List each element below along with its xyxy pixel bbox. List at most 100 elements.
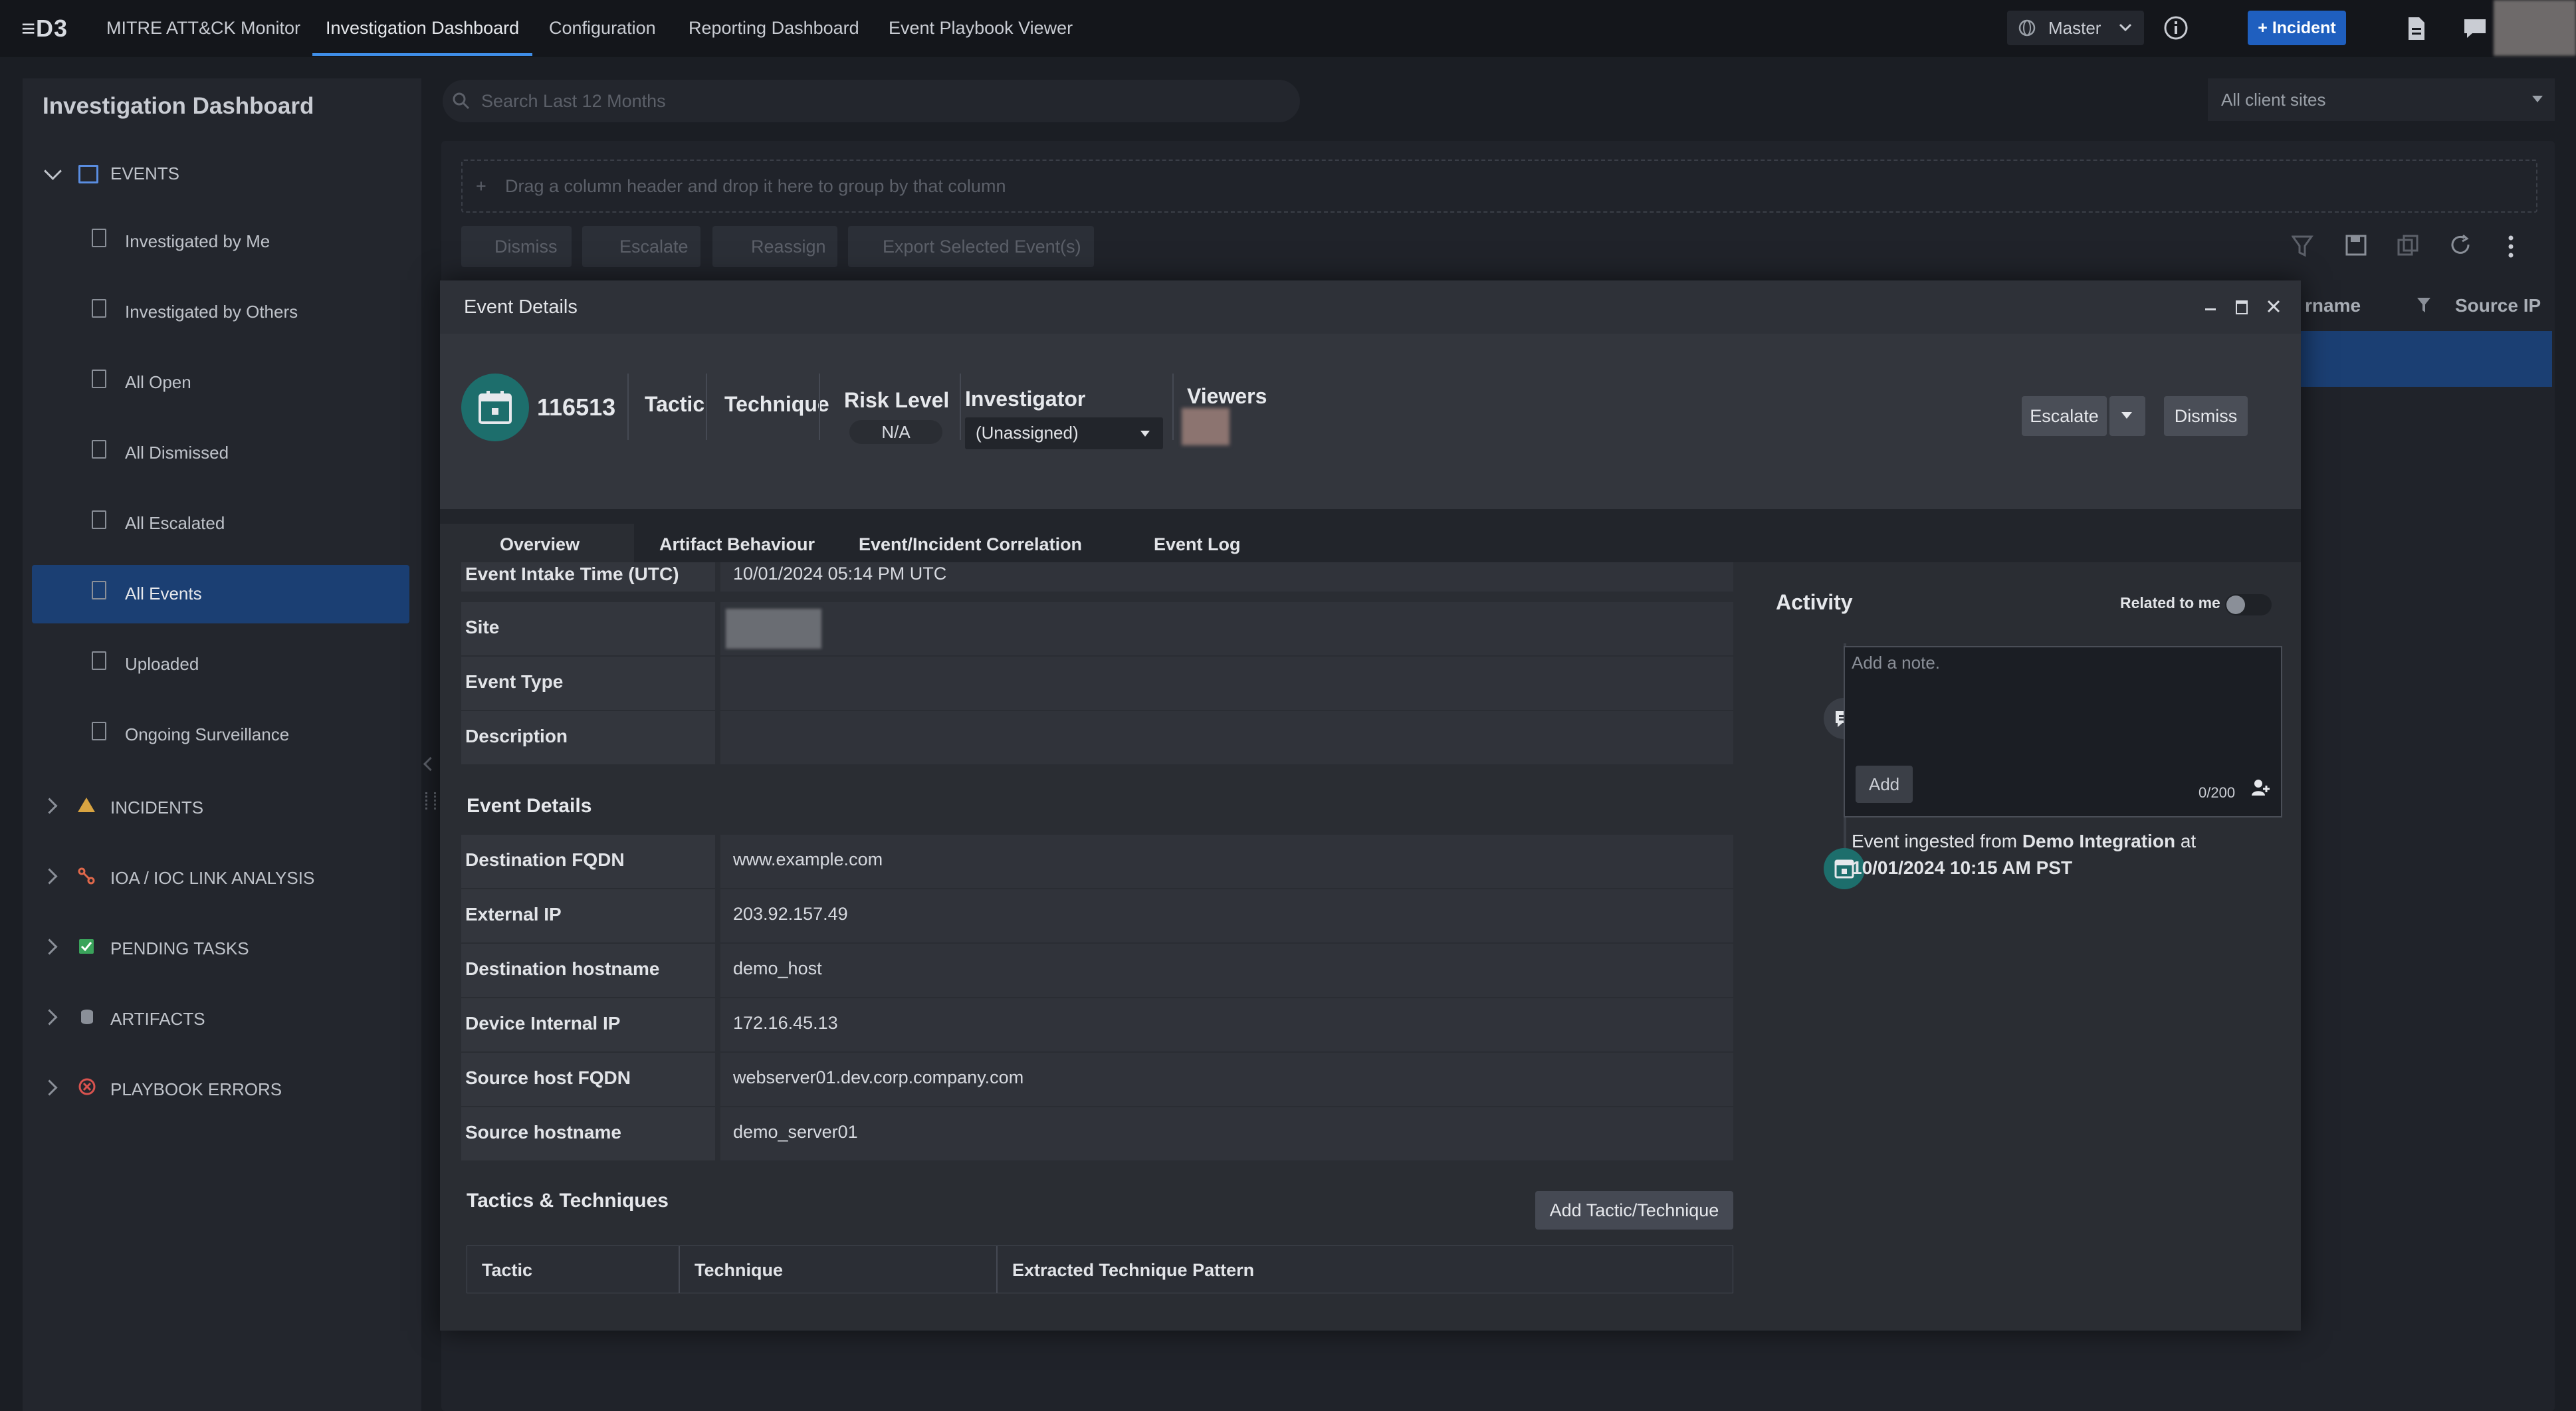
calendar-icon <box>479 391 512 424</box>
calendar-icon <box>78 165 98 183</box>
tab-event-log[interactable]: Event Log <box>1154 534 1241 555</box>
investigator-select[interactable]: (Unassigned) <box>965 417 1163 449</box>
error-icon <box>78 1078 96 1095</box>
resize-handle[interactable] <box>425 792 436 810</box>
value-cell <box>720 711 1733 764</box>
more-options-icon[interactable] <box>2506 234 2516 259</box>
chat-icon[interactable] <box>2462 17 2488 40</box>
sidebar-item-label: Uploaded <box>125 654 199 674</box>
export-events-button[interactable]: Export Selected Event(s) <box>848 226 1094 267</box>
value-cell <box>720 889 1733 942</box>
sidebar-item-label: Investigated by Others <box>125 302 298 322</box>
document-icon <box>92 581 106 599</box>
sidebar-section-incidents[interactable]: INCIDENTS <box>110 798 203 818</box>
viewer-avatar[interactable] <box>1182 408 1230 445</box>
escalate-button[interactable]: Escalate <box>2022 396 2107 436</box>
related-to-me-toggle[interactable] <box>2225 594 2272 615</box>
add-note-button[interactable]: Add <box>1856 766 1913 803</box>
document-icon <box>92 370 106 388</box>
search-placeholder: Search Last 12 Months <box>481 91 666 111</box>
investigator-value: (Unassigned) <box>976 423 1079 443</box>
nav-mitre[interactable]: MITRE ATT&CK Monitor <box>106 0 300 56</box>
sidebar-section-artifacts[interactable]: ARTIFACTS <box>110 1009 205 1030</box>
client-sites-select[interactable]: All client sites <box>2208 78 2555 121</box>
sidebar: Investigation Dashboard EVENTS Investiga… <box>23 78 421 1411</box>
checkbox-icon <box>79 939 94 954</box>
tt-column-tactic[interactable]: Tactic <box>467 1246 679 1293</box>
chevron-down-icon <box>2119 23 2132 32</box>
new-incident-button[interactable]: + Incident <box>2248 11 2346 45</box>
note-placeholder: Add a note. <box>1852 653 1940 673</box>
document-icon <box>92 651 106 670</box>
risk-level-value: N/A <box>849 420 942 444</box>
sidebar-section-pending-tasks[interactable]: PENDING TASKS <box>110 938 249 959</box>
ingest-time: 10/01/2024 10:15 AM PST <box>1852 857 2073 878</box>
sidebar-item-label: All Open <box>125 372 191 392</box>
filter-icon[interactable] <box>2416 296 2431 314</box>
document-icon <box>92 722 106 740</box>
master-select[interactable]: Master <box>2007 11 2144 45</box>
sidebar-section-playbook-errors[interactable]: PLAYBOOK ERRORS <box>110 1079 282 1100</box>
field-value: webserver01.dev.corp.company.com <box>733 1067 1024 1087</box>
column-header-source-ip[interactable]: Source IP <box>2455 295 2555 316</box>
nav-event-playbook-viewer[interactable]: Event Playbook Viewer <box>889 0 1073 56</box>
search-input[interactable]: Search Last 12 Months <box>443 80 1300 122</box>
tt-column-extracted-pattern[interactable]: Extracted Technique Pattern <box>997 1246 1733 1293</box>
field-label: Destination hostname <box>465 958 660 979</box>
minimize-icon[interactable] <box>2205 308 2216 310</box>
divider <box>1172 374 1174 440</box>
refresh-icon[interactable] <box>2450 234 2472 257</box>
modal-title: Event Details <box>464 296 578 318</box>
tab-artifact-behaviour[interactable]: Artifact Behaviour <box>659 534 815 555</box>
escalate-events-button[interactable]: Escalate <box>582 226 700 267</box>
sidebar-section-events[interactable]: EVENTS <box>110 163 179 184</box>
caret-down-icon <box>2532 96 2543 102</box>
chevron-right-icon[interactable] <box>41 938 58 955</box>
save-icon[interactable] <box>2345 234 2367 257</box>
tt-column-technique[interactable]: Technique <box>679 1246 997 1293</box>
field-label: Source hostname <box>465 1122 621 1142</box>
nav-reporting-dashboard[interactable]: Reporting Dashboard <box>689 0 859 56</box>
column-header-username[interactable]: rname <box>2305 295 2361 316</box>
chevron-down-icon[interactable] <box>44 162 62 180</box>
add-tactic-technique-button[interactable]: Add Tactic/Technique <box>1535 1191 1733 1230</box>
selected-table-row[interactable] <box>2273 331 2552 387</box>
maximize-icon[interactable] <box>2236 300 2248 314</box>
tab-event-incident-correlation[interactable]: Event/Incident Correlation <box>859 534 1082 555</box>
dismiss-events-button[interactable]: Dismiss <box>461 226 572 267</box>
technique-label: Technique <box>724 392 829 416</box>
chevron-right-icon[interactable] <box>41 868 58 885</box>
note-counter: 0/200 <box>2199 784 2236 801</box>
value-cell <box>720 1107 1733 1160</box>
dismiss-button[interactable]: Dismiss <box>2164 396 2248 436</box>
d3-logo[interactable]: ≡D3 <box>21 15 68 43</box>
viewers-label: Viewers <box>1187 384 1267 408</box>
sidebar-item-label: All Dismissed <box>125 443 229 463</box>
chevron-right-icon[interactable] <box>41 798 58 814</box>
field-label: Device Internal IP <box>465 1013 621 1033</box>
collapse-sidebar-icon[interactable] <box>423 756 438 772</box>
top-bar: ≡D3 MITRE ATT&CK Monitor Investigation D… <box>0 0 2576 56</box>
field-label: Site <box>465 617 500 637</box>
mention-user-icon[interactable] <box>2250 778 2270 798</box>
info-icon[interactable] <box>2163 15 2189 41</box>
reassign-events-button[interactable]: Reassign <box>712 226 837 267</box>
escalate-options-button[interactable] <box>2109 396 2145 436</box>
nav-investigation-dashboard[interactable]: Investigation Dashboard <box>312 0 533 56</box>
tactic-label: Tactic <box>645 392 705 416</box>
user-avatar[interactable] <box>2494 0 2576 56</box>
group-by-dropzone[interactable]: + Drag a column header and drop it here … <box>461 160 2537 213</box>
document-icon[interactable] <box>2406 16 2427 41</box>
sidebar-section-ioa-ioc[interactable]: IOA / IOC LINK ANALYSIS <box>110 868 314 889</box>
toggle-knob <box>2226 596 2245 614</box>
note-textarea[interactable]: Add a note. Add 0/200 <box>1844 646 2282 817</box>
chevron-right-icon[interactable] <box>41 1009 58 1026</box>
close-icon[interactable] <box>2266 299 2281 314</box>
tab-overview[interactable]: Overview <box>500 534 580 555</box>
nav-configuration[interactable]: Configuration <box>549 0 656 56</box>
chevron-right-icon[interactable] <box>41 1079 58 1096</box>
export-events-label: Export Selected Event(s) <box>883 237 1081 257</box>
clear-filter-icon[interactable] <box>2292 234 2314 259</box>
copy-icon[interactable] <box>2397 234 2419 257</box>
sidebar-item-label: Ongoing Surveillance <box>125 724 290 744</box>
